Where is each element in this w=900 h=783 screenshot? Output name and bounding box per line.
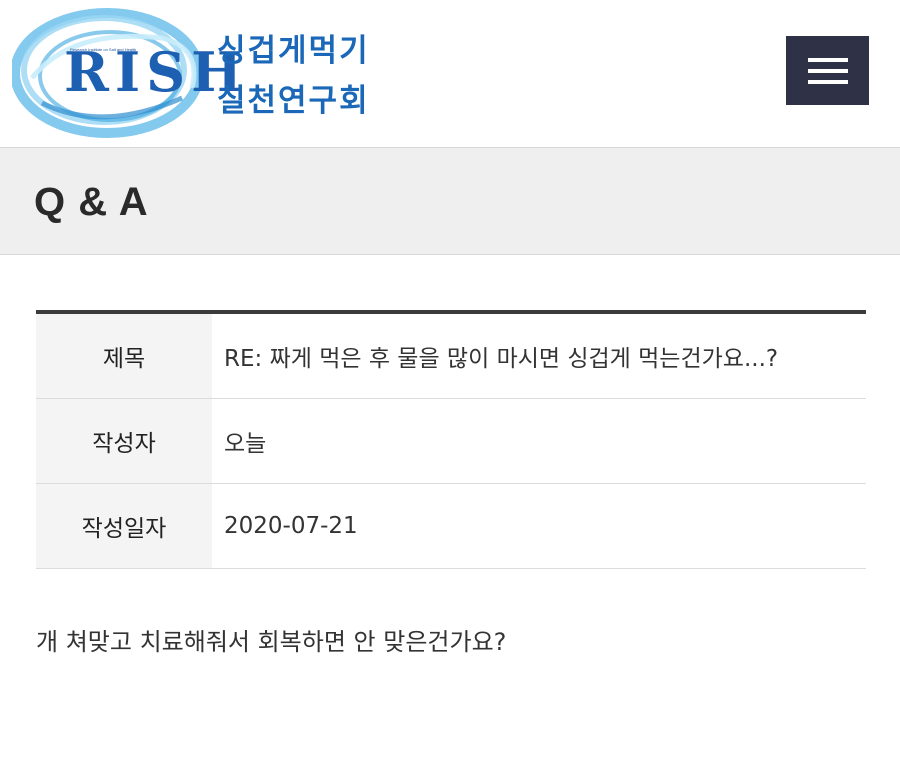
field-label-title: 제목: [36, 314, 212, 398]
page-title: Q & A: [34, 180, 149, 224]
table-row: 작성일자 2020-07-21: [36, 484, 866, 569]
field-label-date: 작성일자: [36, 484, 212, 568]
post-body: 개 쳐맞고 치료해줘서 회복하면 안 맞은건가요?: [36, 628, 507, 656]
logo-swirl-icon: Research Institute on Salt and Health RI…: [12, 8, 242, 138]
field-label-author: 작성자: [36, 399, 212, 483]
site-logo[interactable]: Research Institute on Salt and Health RI…: [12, 8, 392, 138]
logo-name: 싱겁게먹기 실천연구회: [217, 26, 370, 126]
site-header: Research Institute on Salt and Health RI…: [0, 0, 900, 147]
post-info-table: 제목 RE: 짜게 먹은 후 물을 많이 마시면 싱겁게 먹는건가요...? 작…: [36, 310, 866, 569]
hamburger-menu-button[interactable]: [786, 36, 869, 105]
logo-line-1: 싱겁게먹기: [217, 33, 370, 69]
post-title: RE: 짜게 먹은 후 물을 많이 마시면 싱겁게 먹는건가요...?: [224, 346, 779, 372]
table-row: 작성자 오늘: [36, 399, 866, 484]
hamburger-icon: [808, 58, 848, 62]
post-author: 오늘: [224, 431, 267, 457]
table-row: 제목 RE: 짜게 먹은 후 물을 많이 마시면 싱겁게 먹는건가요...?: [36, 314, 866, 399]
page-title-band: Q & A: [0, 147, 900, 255]
post-date: 2020-07-21: [224, 513, 358, 539]
logo-line-2: 실천연구회: [217, 83, 370, 119]
